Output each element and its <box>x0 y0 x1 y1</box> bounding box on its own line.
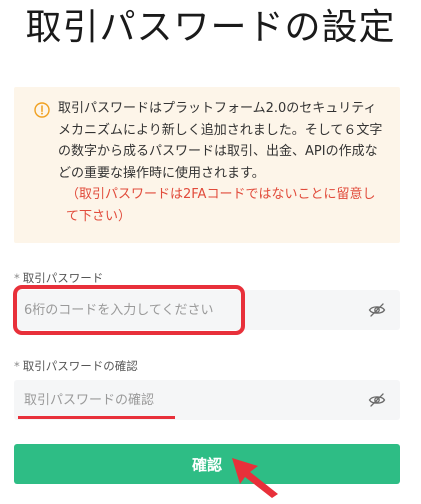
password-label: * 取引パスワード <box>14 270 103 286</box>
required-mark: * <box>14 359 20 373</box>
required-mark: * <box>14 271 20 285</box>
password-field <box>14 290 400 330</box>
confirm-password-label: * 取引パスワードの確認 <box>14 358 138 374</box>
page-title: 取引パスワードの設定 <box>25 7 396 48</box>
password-label-text: 取引パスワード <box>22 271 104 285</box>
notice-warning: （取引パスワードは2FAコードではないことに留意して下さい） <box>66 187 376 224</box>
confirm-button[interactable]: 確認 <box>14 444 400 484</box>
confirm-password-field <box>14 380 400 420</box>
notice-text: 取引パスワードはプラットフォーム2.0のセキュリティメカニズムにより新しく追加さ… <box>58 101 383 181</box>
confirm-password-label-text: 取引パスワードの確認 <box>22 359 138 373</box>
confirm-password-input[interactable] <box>24 380 354 420</box>
info-circle-icon <box>34 102 50 118</box>
eye-off-icon[interactable] <box>368 301 386 319</box>
password-input[interactable] <box>24 290 354 330</box>
eye-off-icon[interactable] <box>368 391 386 409</box>
info-notice: 取引パスワードはプラットフォーム2.0のセキュリティメカニズムにより新しく追加さ… <box>14 87 400 243</box>
